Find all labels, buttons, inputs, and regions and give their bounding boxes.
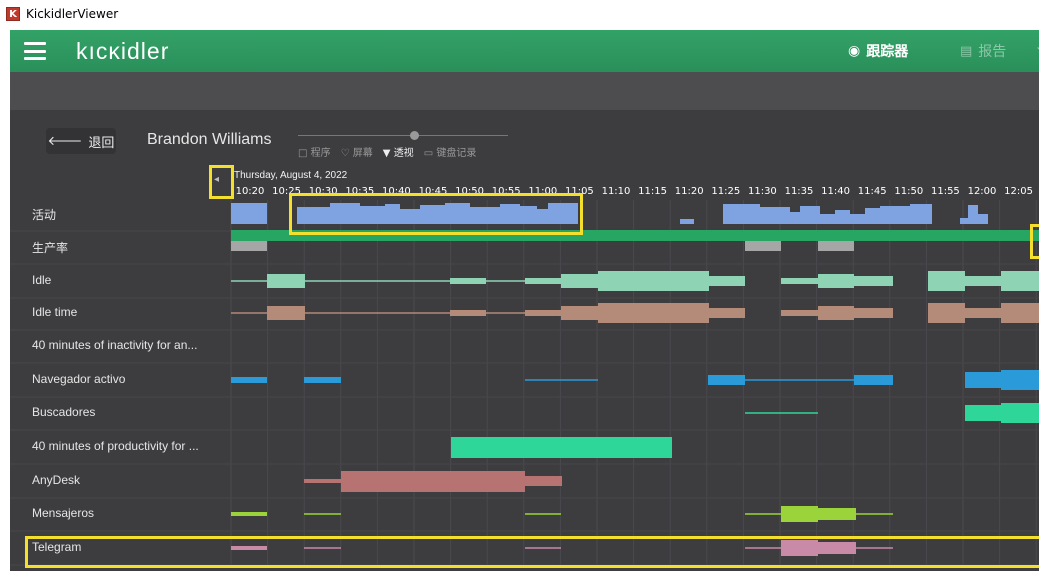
activity-segment[interactable] (978, 214, 988, 224)
activity-segment[interactable] (865, 208, 880, 224)
idle-segment[interactable] (709, 276, 745, 286)
activity-segment[interactable] (820, 214, 835, 224)
activity-segment[interactable] (880, 206, 910, 224)
buscadores-segment[interactable] (1001, 403, 1039, 423)
activity-segment[interactable] (760, 207, 790, 224)
navegador-segment[interactable] (708, 375, 745, 385)
idle-segment[interactable] (928, 271, 965, 291)
activity-segment[interactable] (723, 204, 760, 224)
idle-segment[interactable] (818, 274, 854, 288)
telegram-segment[interactable] (818, 542, 856, 554)
mensajeros-segment[interactable] (818, 508, 856, 520)
productivity-gap[interactable] (818, 241, 854, 251)
idle-segment[interactable] (965, 276, 1001, 286)
activity-segment[interactable] (500, 204, 520, 224)
idle-time-segment[interactable] (781, 310, 818, 316)
idle-segment[interactable] (598, 271, 709, 291)
idle-segment[interactable] (561, 274, 598, 288)
anydesk-segment[interactable] (525, 476, 562, 486)
activity-segment[interactable] (385, 204, 400, 224)
idle-segment[interactable] (450, 278, 486, 284)
timeline-chart (10, 200, 1039, 568)
mensajeros-segment[interactable] (231, 512, 267, 516)
navegador-segment[interactable] (1001, 370, 1039, 390)
activity-segment[interactable] (537, 209, 548, 224)
activity-segment[interactable] (680, 219, 694, 224)
activity-segment[interactable] (910, 204, 932, 224)
idle-time-segment[interactable] (561, 306, 598, 320)
idle-time-segment[interactable] (267, 306, 305, 320)
idle-time-segment[interactable] (965, 308, 1001, 318)
activity-segment[interactable] (330, 203, 360, 224)
productivity-gap[interactable] (231, 241, 267, 251)
activity-segment[interactable] (520, 206, 537, 224)
activity-segment[interactable] (297, 207, 330, 224)
idle-time-segment[interactable] (450, 310, 486, 316)
activity-segment[interactable] (470, 207, 500, 224)
idle-time-segment[interactable] (854, 308, 893, 318)
telegram-segment[interactable] (781, 540, 818, 556)
telegram-segment[interactable] (231, 546, 267, 550)
idle-time-segment[interactable] (709, 308, 745, 318)
idle-time-segment[interactable] (818, 306, 854, 320)
activity-segment[interactable] (400, 209, 420, 224)
anydesk-segment[interactable] (341, 471, 525, 492)
idle-time-segment[interactable] (1001, 303, 1039, 323)
activity-segment[interactable] (835, 210, 850, 224)
productivity40-segment[interactable] (451, 437, 672, 458)
mensajeros-segment[interactable] (781, 506, 818, 522)
activity-segment[interactable] (548, 203, 578, 224)
activity-segment[interactable] (445, 203, 470, 224)
idle-time-segment[interactable] (598, 303, 709, 323)
idle-time-segment[interactable] (525, 310, 561, 316)
navegador-segment[interactable] (965, 372, 1001, 388)
activity-segment[interactable] (231, 203, 267, 224)
activity-segment[interactable] (420, 205, 445, 224)
productivity-bar[interactable] (231, 230, 1039, 241)
activity-segment[interactable] (968, 205, 978, 224)
idle-segment[interactable] (1001, 271, 1039, 291)
activity-segment[interactable] (790, 212, 800, 224)
navegador-segment[interactable] (854, 375, 893, 385)
idle-segment[interactable] (854, 276, 893, 286)
navegador-segment[interactable] (231, 377, 267, 383)
activity-segment[interactable] (850, 214, 865, 224)
activity-segment[interactable] (800, 206, 820, 224)
anydesk-segment[interactable] (304, 479, 341, 483)
activity-segment[interactable] (960, 218, 968, 224)
navegador-segment[interactable] (304, 377, 341, 383)
idle-segment[interactable] (525, 278, 561, 284)
buscadores-segment[interactable] (965, 405, 1001, 421)
activity-segment[interactable] (360, 206, 385, 224)
idle-segment[interactable] (267, 274, 305, 288)
idle-time-segment[interactable] (928, 303, 965, 323)
idle-segment[interactable] (781, 278, 818, 284)
productivity-gap[interactable] (745, 241, 781, 251)
